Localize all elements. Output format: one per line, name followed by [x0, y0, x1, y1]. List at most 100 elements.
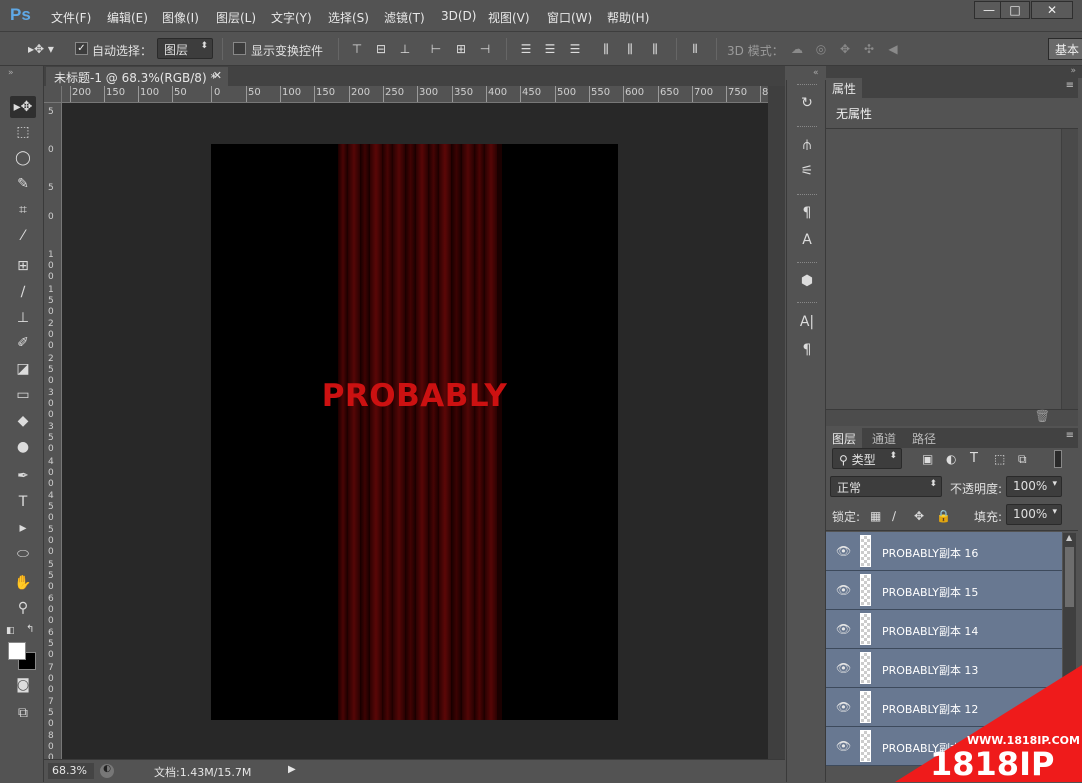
character-styles-icon[interactable]: A [795, 229, 819, 251]
paragraph-styles-icon[interactable]: ¶ [795, 202, 819, 224]
marquee-tool-icon[interactable]: ⬚ [10, 121, 36, 143]
lock-position-icon[interactable]: ✥ [914, 509, 924, 523]
shape-tool-icon[interactable]: ⬭ [10, 543, 36, 565]
move-tool-preset-icon[interactable]: ▸✥ ▾ [24, 40, 58, 58]
show-transform-checkbox[interactable] [233, 42, 246, 55]
align-top-icon[interactable]: ⊤ [348, 40, 366, 58]
lasso-tool-icon[interactable]: ◯ [10, 147, 36, 169]
visibility-eye-icon[interactable]: 👁 [836, 622, 851, 636]
filter-type-icon[interactable]: T [970, 451, 978, 466]
crop-tool-icon[interactable]: ⌗ [10, 199, 36, 221]
visibility-eye-icon[interactable]: 👁 [836, 583, 851, 597]
filter-pixel-icon[interactable]: ▣ [922, 452, 933, 466]
close-button[interactable]: ✕ [1031, 1, 1073, 19]
align-right-icon[interactable]: ⊣ [476, 40, 494, 58]
lock-image-icon[interactable]: ∕ [892, 509, 896, 523]
brush-presets-icon[interactable]: ⚟ [795, 160, 819, 182]
lock-transparency-icon[interactable]: ▦ [870, 509, 881, 523]
brush-tool-icon[interactable]: ∕ [10, 281, 36, 303]
3d-scale-icon[interactable]: ◀ [884, 40, 902, 58]
auto-align-icon[interactable]: ⫴ [686, 40, 704, 58]
pen-tool-icon[interactable]: ✒ [10, 465, 36, 487]
zoom-field[interactable]: 68.3% [48, 763, 94, 779]
layer-filter-dropdown[interactable]: ⚲ 类型 ⬍ [832, 448, 902, 469]
document-tab[interactable]: 未标题-1 @ 68.3%(RGB/8) * ✕ [46, 67, 228, 86]
fill-field[interactable]: 100% ▾ [1006, 504, 1062, 525]
align-bottom-icon[interactable]: ⊥ [396, 40, 414, 58]
foreground-color-swatch[interactable] [8, 642, 26, 660]
tab-properties[interactable]: 属性 [826, 78, 863, 98]
filter-smart-object-icon[interactable]: ⧉ [1018, 452, 1027, 467]
quick-mask-icon[interactable]: ◙ [10, 674, 36, 696]
properties-scrollbar[interactable] [1062, 129, 1078, 409]
type-tool-icon[interactable]: T [10, 491, 36, 513]
menu-window[interactable]: 窗口(W) [547, 9, 592, 26]
quick-select-tool-icon[interactable]: ✎ [10, 173, 36, 195]
character-icon[interactable]: A| [795, 311, 819, 333]
default-colors-icon[interactable]: ◧ [6, 626, 15, 636]
align-hcenter-icon[interactable]: ⊞ [452, 40, 470, 58]
distribute-left-icon[interactable]: ⫼ [597, 40, 615, 58]
move-tool-icon[interactable]: ▸✥ [10, 96, 36, 118]
collapse-icon[interactable]: » [8, 68, 14, 78]
3d-roll-icon[interactable]: ◎ [812, 40, 830, 58]
document-canvas[interactable]: PROBABLY [211, 144, 618, 720]
canvas-vertical-scrollbar[interactable] [768, 86, 785, 759]
layer-row[interactable]: 👁 PROBABLY副本 15 [826, 571, 1062, 610]
brushes-icon[interactable]: ⫛ [795, 134, 819, 156]
tab-paths[interactable]: 路径 [906, 428, 943, 448]
menu-edit[interactable]: 编辑(E) [107, 9, 148, 26]
clone-stamp-tool-icon[interactable]: ⊥ [10, 307, 36, 329]
status-menu-icon[interactable]: ◐ [100, 764, 114, 778]
expand-panels-icon[interactable]: » [1070, 66, 1076, 76]
menu-layer[interactable]: 图层(L) [216, 9, 256, 26]
3d-panel-icon[interactable]: ⬢ [795, 270, 819, 292]
menu-select[interactable]: 选择(S) [328, 9, 369, 26]
3d-rotate-icon[interactable]: ☁ [788, 40, 806, 58]
gradient-tool-icon[interactable]: ▭ [10, 384, 36, 406]
menu-view[interactable]: 视图(V) [488, 9, 530, 26]
dodge-tool-icon[interactable]: ● [10, 436, 36, 458]
history-brush-tool-icon[interactable]: ✐ [10, 332, 36, 354]
menu-file[interactable]: 文件(F) [51, 9, 91, 26]
lock-all-icon[interactable]: 🔒 [936, 509, 951, 523]
ruler-origin[interactable] [44, 86, 62, 103]
visibility-eye-icon[interactable]: 👁 [836, 661, 851, 675]
filter-toggle-icon[interactable] [1054, 450, 1062, 468]
visibility-eye-icon[interactable]: 👁 [836, 739, 851, 753]
distribute-bottom-icon[interactable]: ☰ [566, 40, 584, 58]
align-left-icon[interactable]: ⊢ [427, 40, 445, 58]
auto-select-checkbox[interactable]: ✓ [75, 42, 88, 55]
3d-slide-icon[interactable]: ✣ [860, 40, 878, 58]
distribute-right-icon[interactable]: ⫼ [646, 40, 664, 58]
align-vcenter-icon[interactable]: ⊟ [372, 40, 390, 58]
layer-row[interactable]: 👁 PROBABLY副本 16 [826, 532, 1062, 571]
eraser-tool-icon[interactable]: ◪ [10, 358, 36, 380]
panel-menu-icon[interactable]: ≡ [1066, 430, 1074, 441]
collapse-dock-icon[interactable]: « [813, 68, 819, 78]
zoom-tool-icon[interactable]: ⚲ [10, 597, 36, 619]
history-icon[interactable]: ↻ [795, 92, 819, 114]
close-tab-icon[interactable]: ✕ [213, 69, 222, 82]
blend-mode-dropdown[interactable]: 正常 ⬍ [830, 476, 942, 497]
filter-shape-icon[interactable]: ⬚ [994, 452, 1005, 466]
scroll-up-icon[interactable]: ▲ [1066, 533, 1072, 542]
menu-3d[interactable]: 3D(D) [441, 9, 476, 23]
scrollbar-thumb[interactable] [1065, 547, 1074, 607]
auto-select-target-dropdown[interactable]: 图层 ⬍ [157, 38, 213, 59]
path-select-tool-icon[interactable]: ▸ [10, 517, 36, 539]
distribute-hcenter-icon[interactable]: ⫼ [621, 40, 639, 58]
tab-channels[interactable]: 通道 [866, 428, 903, 448]
healing-brush-tool-icon[interactable]: ⊞ [10, 255, 36, 277]
status-arrow-icon[interactable]: ▶ [288, 764, 296, 775]
trash-icon[interactable]: 🗑 [1035, 409, 1050, 423]
3d-pan-icon[interactable]: ✥ [836, 40, 854, 58]
workspace-button[interactable]: 基本 [1048, 38, 1082, 60]
visibility-eye-icon[interactable]: 👁 [836, 700, 851, 714]
menu-help[interactable]: 帮助(H) [607, 9, 649, 26]
eyedropper-tool-icon[interactable]: ⁄ [10, 225, 36, 247]
hand-tool-icon[interactable]: ✋ [10, 572, 36, 594]
maximize-button[interactable]: □ [1000, 1, 1030, 19]
blur-tool-icon[interactable]: ◆ [10, 410, 36, 432]
distribute-vcenter-icon[interactable]: ☰ [541, 40, 559, 58]
